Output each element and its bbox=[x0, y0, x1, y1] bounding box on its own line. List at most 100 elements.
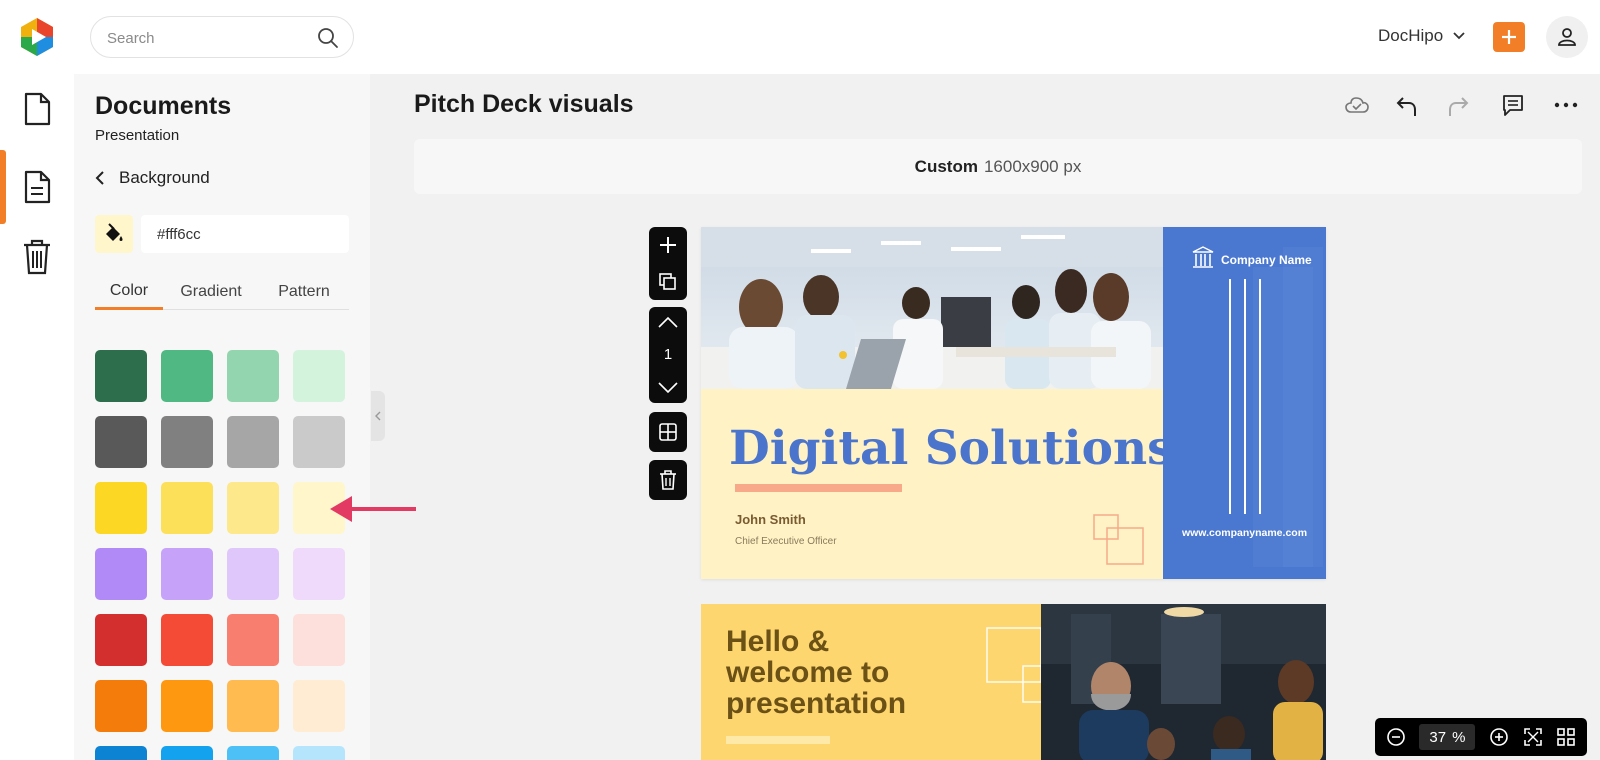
title-underline bbox=[726, 736, 830, 744]
search-input[interactable] bbox=[107, 27, 307, 49]
color-swatch[interactable] bbox=[161, 680, 213, 732]
trash-icon bbox=[24, 239, 50, 275]
color-swatch[interactable] bbox=[293, 548, 345, 600]
color-swatch[interactable] bbox=[293, 680, 345, 732]
color-swatch[interactable] bbox=[95, 614, 147, 666]
title-line: welcome to bbox=[726, 656, 890, 689]
company-sidebar: Company Name www.companyname.com bbox=[1163, 227, 1326, 579]
color-swatch[interactable] bbox=[95, 680, 147, 732]
fit-screen-icon[interactable] bbox=[1523, 727, 1543, 747]
back-button[interactable]: Background bbox=[95, 168, 210, 188]
rail-item-templates[interactable] bbox=[0, 79, 74, 139]
size-preset-label: Custom bbox=[914, 156, 978, 176]
canvas-size-bar[interactable]: Custom 1600x900 px bbox=[414, 139, 1582, 194]
slide-1[interactable]: Digital Solutions John Smith Chief Execu… bbox=[701, 227, 1326, 579]
trash-icon[interactable] bbox=[659, 470, 677, 490]
back-label: Background bbox=[119, 168, 210, 187]
annotation-arrow bbox=[330, 496, 416, 522]
color-swatch[interactable] bbox=[293, 614, 345, 666]
zoom-out-icon[interactable] bbox=[1386, 727, 1406, 747]
top-bar: DocHipo bbox=[0, 0, 1600, 74]
title-line: Hello & bbox=[726, 625, 830, 658]
slide-number: 1 bbox=[663, 346, 673, 364]
chevron-left-icon bbox=[375, 411, 381, 421]
color-swatch[interactable] bbox=[227, 350, 279, 402]
user-icon bbox=[1558, 28, 1576, 46]
duplicate-slide-icon[interactable] bbox=[659, 272, 677, 291]
tab-color[interactable]: Color bbox=[95, 274, 163, 310]
title-underline bbox=[735, 484, 902, 492]
tab-gradient[interactable]: Gradient bbox=[163, 274, 259, 310]
color-swatch[interactable] bbox=[95, 548, 147, 600]
company-url[interactable]: www.companyname.com bbox=[1163, 527, 1326, 539]
comment-icon[interactable] bbox=[1501, 92, 1525, 118]
slide-2[interactable]: Hello & welcome to presentation bbox=[701, 604, 1326, 760]
search-icon[interactable] bbox=[317, 27, 339, 49]
grid-view-icon[interactable] bbox=[1556, 727, 1576, 747]
move-down-icon[interactable] bbox=[658, 382, 678, 394]
undo-icon[interactable] bbox=[1395, 92, 1419, 118]
search-box bbox=[90, 16, 354, 58]
zoom-value: 37 bbox=[1429, 728, 1447, 746]
color-swatch[interactable] bbox=[161, 482, 213, 534]
color-swatch[interactable] bbox=[95, 746, 147, 760]
presenter-name[interactable]: John Smith bbox=[735, 512, 806, 527]
slide-grid-tool bbox=[649, 412, 687, 452]
rail-item-trash[interactable] bbox=[0, 227, 74, 287]
color-swatch[interactable] bbox=[161, 614, 213, 666]
slide-order-tools: 1 bbox=[649, 307, 687, 403]
grid-icon[interactable] bbox=[658, 422, 678, 442]
zoom-unit: % bbox=[1452, 728, 1466, 746]
zoom-controls: 37 % bbox=[1375, 718, 1587, 756]
cloud-save-icon[interactable] bbox=[1344, 92, 1370, 118]
color-swatch[interactable] bbox=[227, 746, 279, 760]
more-options-icon[interactable] bbox=[1553, 92, 1579, 118]
create-new-button[interactable] bbox=[1493, 22, 1525, 52]
add-slide-icon[interactable] bbox=[659, 236, 677, 254]
color-swatch[interactable] bbox=[161, 548, 213, 600]
color-swatch[interactable] bbox=[95, 416, 147, 468]
size-dimensions: 1600x900 px bbox=[983, 156, 1082, 176]
chevron-left-icon bbox=[95, 171, 104, 185]
color-swatch[interactable] bbox=[161, 746, 213, 760]
color-swatch[interactable] bbox=[161, 416, 213, 468]
left-rail bbox=[0, 74, 74, 760]
tab-pattern[interactable]: Pattern bbox=[259, 274, 349, 310]
color-swatch[interactable] bbox=[293, 416, 345, 468]
document-title[interactable]: Pitch Deck visuals bbox=[414, 90, 634, 119]
slide-2-title[interactable]: Hello & welcome to presentation bbox=[726, 626, 906, 719]
chevron-down-icon bbox=[1453, 32, 1465, 40]
account-name: DocHipo bbox=[1378, 26, 1444, 45]
color-swatch[interactable] bbox=[227, 680, 279, 732]
color-swatch[interactable] bbox=[95, 350, 147, 402]
color-swatch[interactable] bbox=[227, 482, 279, 534]
color-swatch[interactable] bbox=[227, 614, 279, 666]
color-swatch[interactable] bbox=[227, 416, 279, 468]
collapse-panel-handle[interactable] bbox=[371, 391, 385, 441]
color-swatch[interactable] bbox=[293, 746, 345, 760]
color-swatch[interactable] bbox=[293, 350, 345, 402]
panel-title: Documents bbox=[95, 92, 232, 120]
account-switcher[interactable]: DocHipo bbox=[1378, 26, 1465, 46]
presenter-role[interactable]: Chief Executive Officer bbox=[735, 536, 837, 547]
hex-color-input[interactable] bbox=[141, 215, 349, 253]
redo-icon[interactable] bbox=[1446, 92, 1470, 118]
user-avatar-button[interactable] bbox=[1546, 16, 1588, 58]
slide-title[interactable]: Digital Solutions bbox=[729, 421, 1174, 476]
paint-bucket-icon bbox=[106, 223, 123, 241]
color-swatch[interactable] bbox=[227, 548, 279, 600]
rail-item-documents[interactable] bbox=[0, 157, 74, 217]
fill-type-tabs: Color Gradient Pattern bbox=[95, 274, 349, 310]
zoom-in-icon[interactable] bbox=[1489, 727, 1509, 747]
color-swatch[interactable] bbox=[161, 350, 213, 402]
color-swatch[interactable] bbox=[95, 482, 147, 534]
dochipo-logo[interactable] bbox=[18, 17, 56, 57]
meeting-photo bbox=[1041, 604, 1326, 760]
move-up-icon[interactable] bbox=[658, 316, 678, 328]
current-color-button[interactable] bbox=[95, 215, 133, 253]
decorative-squares bbox=[1093, 514, 1144, 565]
zoom-level[interactable]: 37 % bbox=[1419, 724, 1476, 750]
slide-add-tools bbox=[649, 227, 687, 300]
company-name[interactable]: Company Name bbox=[1221, 253, 1312, 267]
plus-icon bbox=[1502, 30, 1516, 44]
